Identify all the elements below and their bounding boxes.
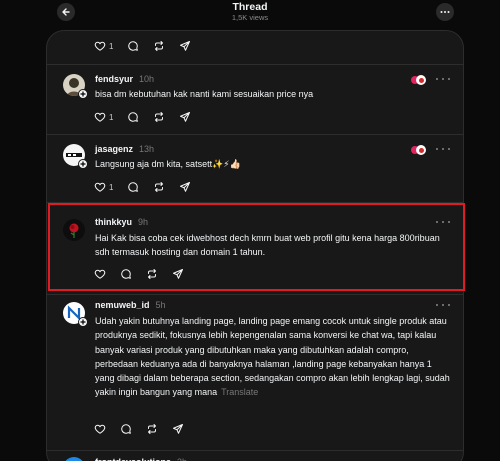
comment-icon — [121, 424, 131, 434]
view-count: 1,5K views — [231, 13, 269, 22]
share-button[interactable] — [179, 111, 191, 123]
like-count: 1 — [109, 112, 114, 122]
reaction-badges — [411, 145, 429, 155]
heart-icon — [94, 269, 106, 279]
thread-reply: nemuweb_id 5h Udah yakin butuhnya landing… — [47, 295, 463, 451]
reply-button[interactable] — [127, 181, 139, 193]
timestamp: 9h — [138, 217, 149, 227]
like-button[interactable]: 1 — [94, 40, 113, 52]
like-button[interactable]: 1 — [94, 111, 113, 123]
top-bar: Thread 1,5K views — [0, 0, 500, 26]
username[interactable]: jasagenz — [95, 144, 133, 154]
reply-button[interactable] — [120, 423, 132, 435]
thread-reply: 1 — [47, 31, 463, 65]
avatar[interactable] — [63, 74, 88, 99]
like-count: 1 — [109, 182, 114, 192]
post-actions — [94, 422, 198, 436]
thread-reply: fendsyur 10h bisa dm kebutuhan kak nanti … — [47, 65, 463, 135]
post-actions — [94, 267, 198, 281]
reply-button[interactable] — [127, 40, 139, 52]
heart-icon — [94, 112, 106, 122]
follow-plus-icon[interactable] — [78, 89, 88, 99]
post-text: Langsung aja dm kita, satsett✨⚡👍🏻 — [95, 159, 241, 169]
post-more-button[interactable] — [436, 218, 450, 226]
thread-options-button[interactable] — [436, 3, 454, 21]
comment-icon — [128, 41, 139, 51]
post-body: Udah yakin butuhnya landing page, landin… — [95, 316, 450, 398]
post-more-button[interactable] — [436, 301, 450, 309]
timestamp: 13h — [139, 144, 155, 154]
post-text: Hai Kak bisa coba cek idwebhost dech kmr… — [95, 233, 440, 258]
avatar[interactable] — [63, 457, 85, 461]
thread-reply-highlighted: thinkkyu 9h Hai Kak bisa coba cek idwebho… — [47, 203, 463, 295]
timestamp: 5h — [155, 300, 166, 310]
send-icon — [180, 182, 191, 192]
translate-link[interactable]: Translate — [221, 387, 258, 397]
reply-button[interactable] — [120, 268, 132, 280]
share-button[interactable] — [179, 181, 191, 193]
repost-button[interactable] — [153, 181, 165, 193]
thread-reply: frontdevsolutions 3h — [47, 451, 463, 461]
post-text: Udah yakin butuhnya landing page, landin… — [95, 314, 450, 400]
comment-icon — [128, 112, 139, 122]
post-actions: 1 — [94, 39, 205, 53]
repost-icon — [148, 269, 156, 279]
like-button[interactable]: 1 — [94, 181, 113, 193]
repost-button[interactable] — [153, 40, 165, 52]
like-count: 1 — [109, 41, 114, 51]
follow-plus-icon[interactable] — [78, 317, 88, 327]
repost-icon — [155, 182, 164, 192]
post-actions: 1 — [94, 110, 205, 124]
reply-button[interactable] — [127, 111, 139, 123]
username[interactable]: nemuweb_id — [95, 300, 150, 310]
post-actions: 1 — [94, 180, 205, 194]
reaction-badges — [411, 75, 429, 85]
more-horizontal-icon — [440, 11, 450, 13]
heart-icon — [94, 182, 106, 192]
timestamp: 3h — [177, 457, 187, 461]
comment-icon — [128, 182, 139, 192]
like-button[interactable] — [94, 268, 106, 280]
avatar[interactable] — [63, 302, 88, 327]
avatar[interactable] — [63, 219, 85, 241]
repost-button[interactable] — [146, 423, 158, 435]
follow-plus-icon[interactable] — [78, 159, 88, 169]
repost-icon — [155, 112, 164, 122]
username[interactable]: frontdevsolutions — [95, 457, 171, 461]
send-icon — [173, 269, 183, 279]
repost-button[interactable] — [146, 268, 158, 280]
send-icon — [173, 424, 183, 434]
thread-panel: 1 fendsyur10h bisa dm kebutuhan kak nan — [46, 30, 464, 461]
page-title: Thread — [232, 1, 268, 13]
comment-icon — [121, 269, 131, 279]
like-button[interactable] — [94, 423, 106, 435]
share-button[interactable] — [179, 40, 191, 52]
send-icon — [180, 41, 191, 51]
repost-icon — [155, 41, 164, 51]
avatar[interactable] — [63, 144, 88, 169]
username[interactable]: thinkkyu — [95, 217, 132, 227]
heart-icon — [94, 41, 106, 51]
post-text: bisa dm kebutuhan kak nanti kami sesuaik… — [95, 89, 314, 99]
repost-button[interactable] — [153, 111, 165, 123]
post-more-button[interactable] — [436, 75, 450, 83]
share-button[interactable] — [172, 268, 184, 280]
post-more-button[interactable] — [436, 145, 450, 153]
timestamp: 10h — [139, 74, 155, 84]
send-icon — [180, 112, 191, 122]
thread-reply: jasagenz 13h Langsung aja dm kita, satset… — [47, 135, 463, 203]
heart-icon — [94, 424, 106, 434]
share-button[interactable] — [172, 423, 184, 435]
repost-icon — [148, 424, 156, 434]
username[interactable]: fendsyur — [95, 74, 133, 84]
